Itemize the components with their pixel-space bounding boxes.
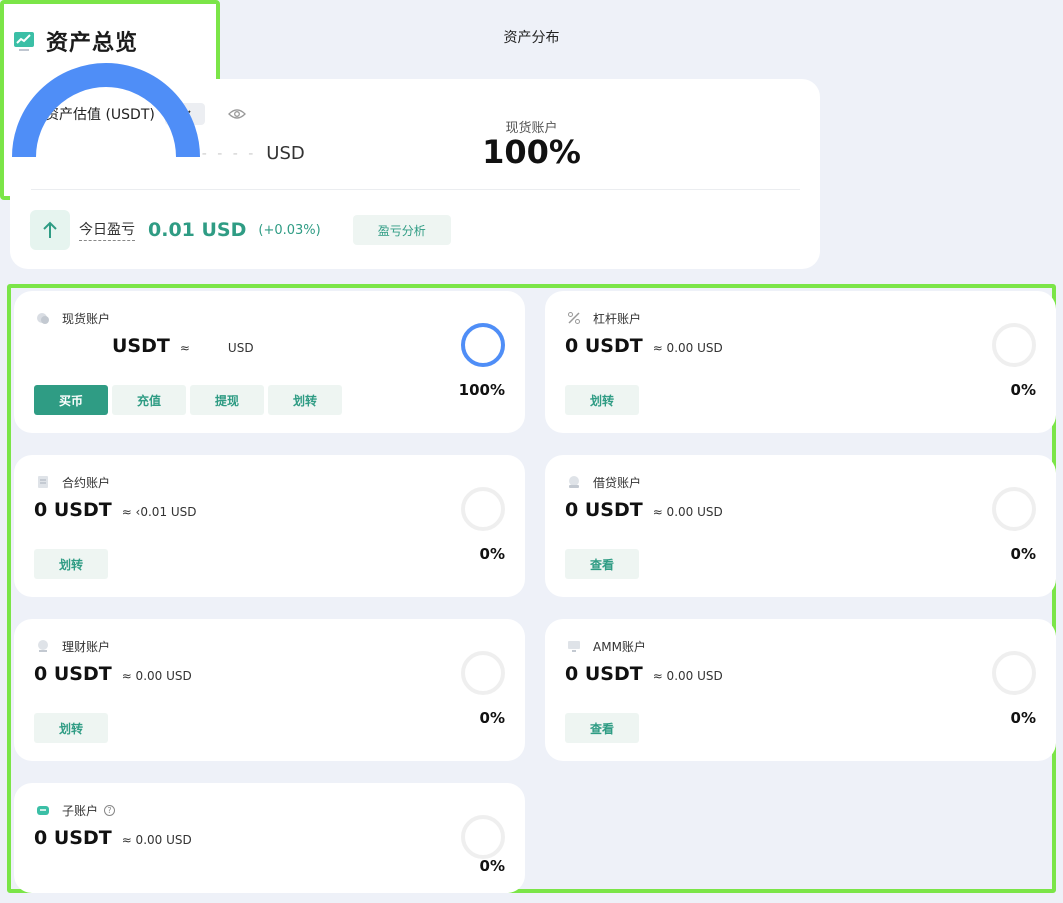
account-share-ring bbox=[992, 651, 1036, 695]
amm-account-icon bbox=[567, 638, 581, 652]
divider bbox=[31, 189, 800, 190]
balance-value: 0 USDT bbox=[565, 335, 643, 357]
pnl-analysis-button[interactable]: 盈亏分析 bbox=[352, 215, 451, 245]
account-action-button[interactable]: 提现 bbox=[190, 385, 264, 415]
account-card: 现货账户 USDT ≈ USD 100% 买币 充值 提现 划转 bbox=[14, 291, 525, 433]
balance-value: 0 USDT bbox=[565, 663, 643, 685]
account-action-button[interactable]: 查看 bbox=[565, 549, 639, 579]
distribution-percent: 100% bbox=[482, 133, 581, 171]
account-name: 借贷账户 bbox=[593, 474, 641, 491]
account-share-ring bbox=[461, 487, 505, 531]
account-action-button[interactable]: 划转 bbox=[565, 385, 639, 415]
account-name-label: 子账户 bbox=[62, 804, 99, 818]
account-balance: 0 USDT ≈ 0.00 USD bbox=[34, 663, 192, 685]
account-card: 合约账户 0 USDT ≈ ‹0.01 USD 0% 划转 bbox=[14, 455, 525, 597]
account-actions: 买币 充值 提现 划转 bbox=[34, 385, 342, 415]
margin-account-icon bbox=[567, 310, 581, 324]
account-balance: 0 USDT ≈ ‹0.01 USD bbox=[34, 499, 197, 521]
account-actions: 划转 bbox=[34, 713, 108, 743]
account-share-ring bbox=[992, 323, 1036, 367]
account-card: 杠杆账户 0 USDT ≈ 0.00 USD 0% 划转 bbox=[545, 291, 1056, 433]
account-card: AMM账户 0 USDT ≈ 0.00 USD 0% 查看 bbox=[545, 619, 1056, 761]
balance-value: 0 USDT bbox=[34, 499, 112, 521]
balance-value: 0 USDT bbox=[34, 827, 112, 849]
account-share-percent: 0% bbox=[479, 857, 505, 875]
balance-approx: ≈ 0.00 USD bbox=[121, 669, 192, 683]
account-share-percent: 0% bbox=[479, 545, 505, 563]
account-share-percent: 0% bbox=[1010, 545, 1036, 563]
account-card: 子账户? 0 USDT ≈ 0.00 USD 0% bbox=[14, 783, 525, 893]
account-name-label: 杠杆账户 bbox=[593, 312, 642, 326]
account-name-label: 理财账户 bbox=[62, 640, 111, 654]
distribution-title: 资产分布 bbox=[503, 30, 560, 46]
account-balance: 0 USDT ≈ 0.00 USD bbox=[565, 335, 723, 357]
account-balance: 0 USDT ≈ 0.00 USD bbox=[34, 827, 192, 849]
balance-currency: USD bbox=[227, 341, 254, 355]
account-balance: USDT ≈ USD bbox=[112, 335, 254, 357]
account-name-label: 借贷账户 bbox=[593, 476, 642, 490]
account-share-ring bbox=[461, 651, 505, 695]
account-share-ring bbox=[461, 815, 505, 859]
account-actions: 划转 bbox=[565, 385, 639, 415]
account-name: 子账户? bbox=[62, 802, 116, 819]
balance-approx: ≈ 0.00 USD bbox=[652, 341, 723, 355]
account-name-label: AMM账户 bbox=[593, 640, 646, 654]
account-balance: 0 USDT ≈ 0.00 USD bbox=[565, 663, 723, 685]
account-share-ring bbox=[992, 487, 1036, 531]
futures-account-icon bbox=[36, 474, 50, 488]
balance-approx: ≈ 0.00 USD bbox=[652, 669, 723, 683]
account-share-percent: 0% bbox=[1010, 381, 1036, 399]
balance-approx: ≈ bbox=[179, 341, 190, 355]
balance-value: 0 USDT bbox=[34, 663, 112, 685]
balance-value: 0 USDT bbox=[565, 499, 643, 521]
account-action-button[interactable]: 划转 bbox=[268, 385, 342, 415]
today-pnl-percent: (+0.03%) bbox=[258, 222, 321, 238]
arrow-up-icon bbox=[30, 210, 70, 250]
account-action-button[interactable]: 查看 bbox=[565, 713, 639, 743]
balance-approx: ≈ ‹0.01 USD bbox=[121, 505, 197, 519]
account-name: 合约账户 bbox=[62, 474, 110, 491]
account-actions: 查看 bbox=[565, 713, 639, 743]
account-share-percent: 0% bbox=[1010, 709, 1036, 727]
today-pnl-label[interactable]: 今日盈亏 bbox=[79, 219, 135, 241]
help-icon[interactable]: ? bbox=[104, 805, 116, 816]
spot-account-icon bbox=[36, 310, 50, 324]
earn-account-icon bbox=[36, 638, 50, 652]
account-share-percent: 0% bbox=[479, 709, 505, 727]
account-name: 现货账户 bbox=[62, 310, 110, 327]
account-card: 借贷账户 0 USDT ≈ 0.00 USD 0% 查看 bbox=[545, 455, 1056, 597]
account-action-button[interactable]: 划转 bbox=[34, 713, 108, 743]
account-name: 杠杆账户 bbox=[593, 310, 641, 327]
account-actions: 划转 bbox=[34, 549, 108, 579]
asset-distribution-card: 资产分布 现货账户 100% bbox=[0, 0, 581, 200]
account-name-label: 现货账户 bbox=[62, 312, 111, 326]
pnl-row: 今日盈亏 0.01 USD (+0.03%) 盈亏分析 bbox=[30, 210, 451, 250]
account-card: 理财账户 0 USDT ≈ 0.00 USD 0% 划转 bbox=[14, 619, 525, 761]
account-action-button[interactable]: 划转 bbox=[34, 549, 108, 579]
balance-value: USDT bbox=[112, 335, 170, 357]
account-share-percent: 100% bbox=[458, 381, 505, 399]
account-actions: 查看 bbox=[565, 549, 639, 579]
account-share-ring bbox=[461, 323, 505, 367]
sub-account-icon bbox=[36, 802, 50, 816]
today-pnl-value: 0.01 USD bbox=[148, 219, 247, 241]
account-name: 理财账户 bbox=[62, 638, 110, 655]
account-action-button[interactable]: 充值 bbox=[112, 385, 186, 415]
account-balance: 0 USDT ≈ 0.00 USD bbox=[565, 499, 723, 521]
balance-approx: ≈ 0.00 USD bbox=[121, 833, 192, 847]
balance-approx: ≈ 0.00 USD bbox=[652, 505, 723, 519]
loan-account-icon bbox=[567, 474, 581, 488]
account-name-label: 合约账户 bbox=[62, 476, 111, 490]
account-name: AMM账户 bbox=[593, 638, 646, 655]
account-action-button[interactable]: 买币 bbox=[34, 385, 108, 415]
